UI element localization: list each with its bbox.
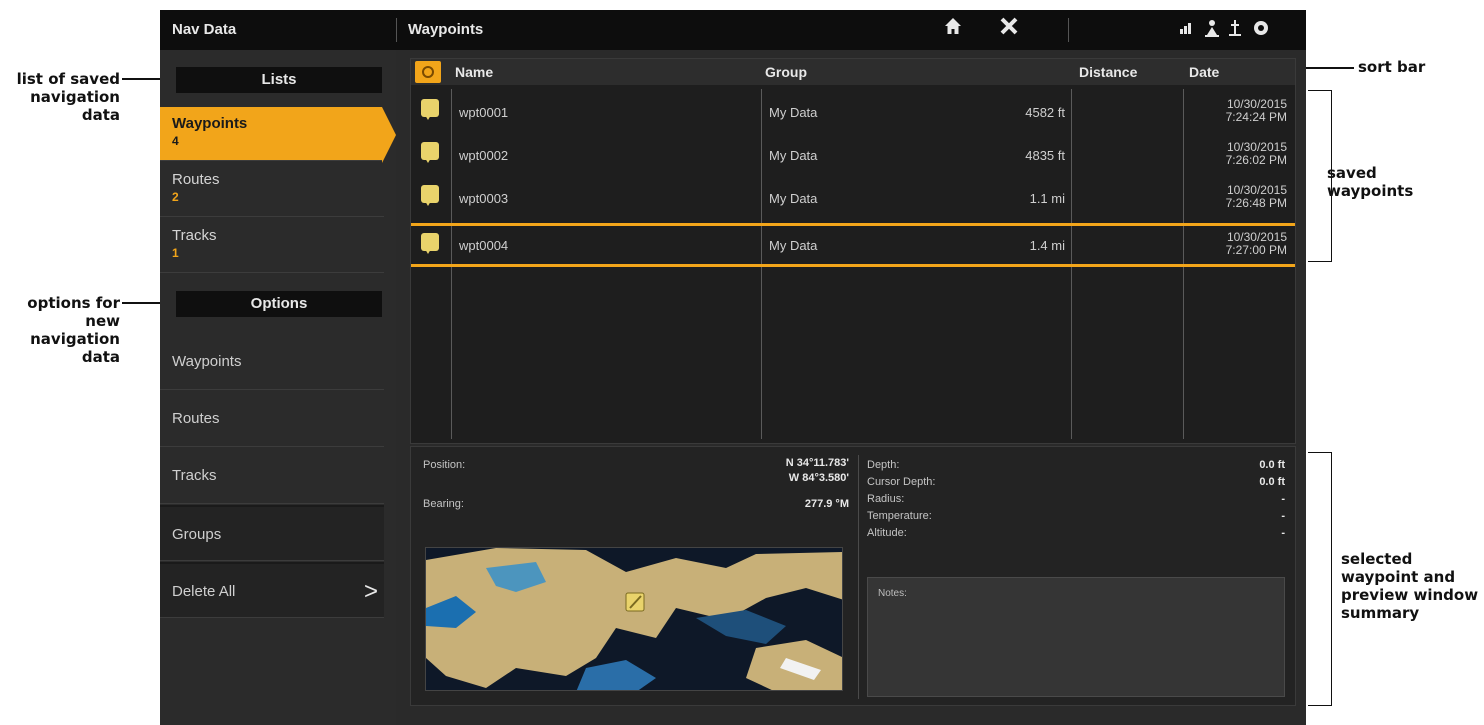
table-row[interactable]: wpt0001 My Data 4582 ft 10/30/2015 7:24:… [411,91,1295,131]
cursor-depth-value: 0.0 ft [1259,476,1285,488]
depth-value: 0.0 ft [1259,459,1285,471]
column-header-name[interactable]: Name [455,64,493,80]
waypoint-group: My Data [769,191,818,206]
list-item-label: Tracks [172,227,217,244]
bearing-label: Bearing: [423,498,464,510]
waypoint-date: 10/30/2015 7:24:24 PM [1187,98,1287,124]
option-new-routes[interactable]: Routes [160,391,384,447]
chevron-right-icon: > [363,578,378,605]
waypoint-distance: 4835 ft [1025,148,1065,163]
time-line: 7:26:02 PM [1225,153,1287,167]
options-header: Options [176,291,382,317]
column-header-distance[interactable]: Distance [1079,64,1137,80]
sort-waypoint-icon[interactable] [415,61,441,83]
cursor-depth-label: Cursor Depth: [867,476,936,488]
left-panel: Lists Waypoints 4 Routes 2 Tracks 1 Opti… [160,50,396,725]
waypoint-group: My Data [769,148,818,163]
time-line: 7:26:48 PM [1225,196,1287,210]
lists-header: Lists [176,67,382,93]
position-latitude: N 34°11.783' [785,457,849,469]
device-screen: Nav Data Waypoints Lists Waypoints 4 Rou… [160,10,1306,725]
waypoint-distance: 1.1 mi [1029,191,1065,206]
waypoint-group: My Data [769,238,818,253]
waypoint-date: 10/30/2015 7:26:02 PM [1187,141,1287,167]
position-longitude: W 84°3.580' [788,472,849,484]
option-label: Delete All [172,583,236,600]
option-delete-all[interactable]: Delete All > [160,562,384,618]
waypoint-distance: 4582 ft [1025,105,1065,120]
temperature-value: - [1281,510,1285,522]
person-icon [1204,19,1220,41]
waypoint-name: wpt0003 [459,191,509,206]
callout-summary: selected waypoint and preview window sum… [1341,550,1479,622]
gps-signal-icon [1178,19,1194,39]
waypoint-icon [421,99,439,120]
waypoint-date: 10/30/2015 7:26:48 PM [1187,184,1287,210]
list-item-count: 4 [172,134,179,148]
callout-saved-lists: list of saved navigation data [16,70,120,124]
callout-sort-bar: sort bar [1358,58,1426,76]
list-item-tracks[interactable]: Tracks 1 [160,219,384,273]
depth-label: Depth: [867,459,900,471]
waypoint-group: My Data [769,105,818,120]
list-item-count: 1 [172,246,179,260]
page-title: Waypoints [408,21,484,38]
status-separator [1068,18,1069,42]
time-line: 7:27:00 PM [1225,243,1287,257]
temperature-label: Temperature: [867,510,932,522]
list-item-label: Waypoints [172,115,248,132]
position-label: Position: [423,459,466,471]
title-separator [396,18,397,42]
waypoint-icon [421,185,439,206]
anchor-icon [1228,19,1242,41]
waypoint-distance: 1.4 mi [1029,238,1065,253]
altitude-value: - [1281,527,1285,539]
list-item-routes[interactable]: Routes 2 [160,163,384,217]
waypoint-name: wpt0001 [459,105,509,120]
radius-value: - [1281,493,1285,505]
bearing-value: 277.9 °M [804,498,849,510]
column-header-group[interactable]: Group [765,64,807,80]
callout-saved-waypoints: saved waypoints [1327,164,1414,200]
waypoint-summary-panel: Position: N 34°11.783' W 84°3.580' Beari… [410,446,1296,706]
radius-label: Radius: [867,493,905,505]
active-item-pointer [382,107,396,163]
map-preview[interactable] [425,547,843,691]
notes-box[interactable]: Notes: [867,577,1285,697]
table-row-selected[interactable]: wpt0004 My Data 1.4 mi 10/30/2015 7:27:0… [411,223,1295,267]
option-groups[interactable]: Groups [160,505,384,561]
waypoint-icon [421,233,439,254]
waypoint-name: wpt0002 [459,148,509,163]
table-row[interactable]: wpt0002 My Data 4835 ft 10/30/2015 7:26:… [411,134,1295,174]
home-icon[interactable] [938,16,968,44]
callout-options: options for new navigation data [27,294,120,366]
list-item-waypoints[interactable]: Waypoints 4 [160,107,382,161]
bracket-summary [1308,452,1332,706]
title-bar: Nav Data Waypoints [160,10,1306,50]
settings-gear-icon[interactable] [1252,19,1270,41]
close-x-icon[interactable] [994,16,1024,44]
option-new-tracks[interactable]: Tracks [160,448,384,504]
sort-bar: Name Group Distance Date [411,59,1295,85]
altitude-label: Altitude: [867,527,907,539]
table-row[interactable]: wpt0003 My Data 1.1 mi 10/30/2015 7:26:4… [411,177,1295,217]
notes-label: Notes: [878,588,907,599]
waypoints-table: Name Group Distance Date wpt0001 My Data… [410,58,1296,444]
column-header-date[interactable]: Date [1189,64,1219,80]
waypoint-name: wpt0004 [459,238,509,253]
waypoint-icon [421,142,439,163]
list-item-count: 2 [172,190,179,204]
callout-line-sort-bar [1304,67,1354,69]
list-item-label: Routes [172,171,220,188]
summary-divider [858,455,859,699]
nav-data-title: Nav Data [172,21,237,38]
time-line: 7:24:24 PM [1225,110,1287,124]
waypoint-date: 10/30/2015 7:27:00 PM [1187,231,1287,257]
option-new-waypoints[interactable]: Waypoints [160,334,384,390]
